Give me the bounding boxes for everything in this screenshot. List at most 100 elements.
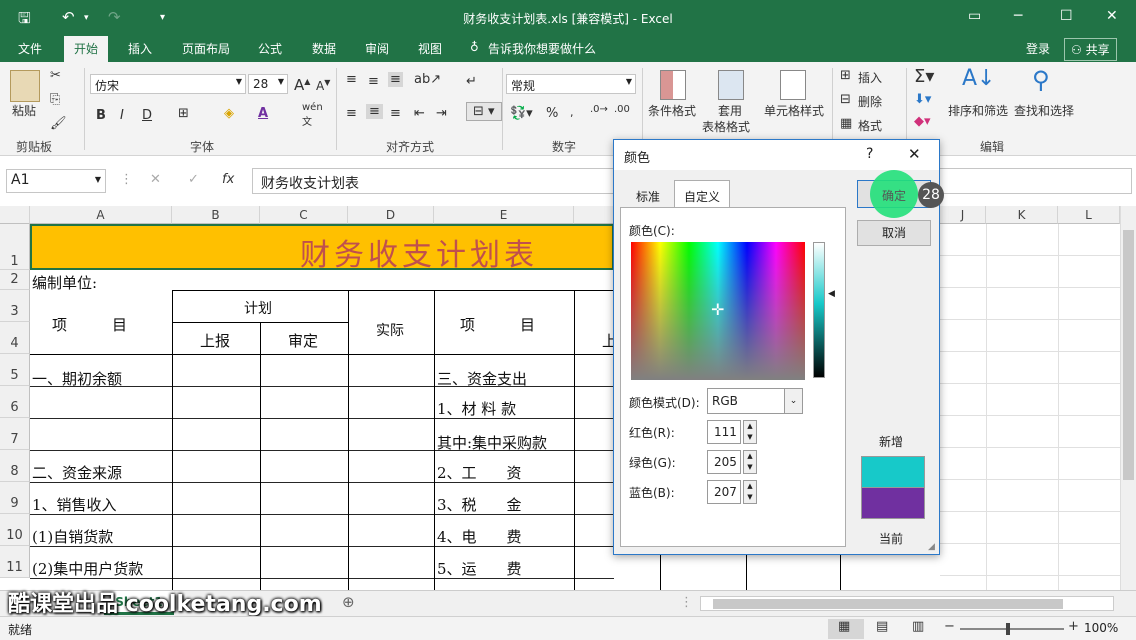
blue-spinner[interactable]: ▲ ▼ xyxy=(743,480,757,504)
comma-style-icon[interactable]: , xyxy=(570,106,574,119)
font-color-icon[interactable]: A xyxy=(258,106,268,121)
insert-cells-button[interactable]: 插入 xyxy=(858,69,882,86)
borders-icon[interactable]: ⊞ xyxy=(178,106,189,121)
page-break-view-icon[interactable]: ▥ xyxy=(912,619,924,634)
tab-data[interactable]: 数据 xyxy=(312,40,336,57)
row-header[interactable]: 11 xyxy=(0,546,30,578)
login-link[interactable]: 登录 xyxy=(1026,40,1050,57)
autosum-icon[interactable]: Σ▾ xyxy=(914,66,934,87)
ribbon-display-icon[interactable]: ▭ xyxy=(968,8,981,24)
conditional-format-button[interactable]: 条件格式 xyxy=(648,102,696,119)
zoom-in-icon[interactable]: + xyxy=(1068,619,1079,634)
resize-grip-icon[interactable]: ◢ xyxy=(928,542,935,552)
cut-icon[interactable]: ✂ xyxy=(50,68,61,83)
cancel-edit-icon[interactable]: ✕ xyxy=(150,172,161,187)
luminance-slider[interactable] xyxy=(813,242,825,378)
help-icon[interactable]: ? xyxy=(866,146,873,162)
increase-indent-icon[interactable]: ⇥ xyxy=(436,106,447,121)
align-top-icon[interactable]: ≡ xyxy=(346,72,357,87)
percent-icon[interactable]: % xyxy=(546,106,558,121)
tell-me-box[interactable]: 告诉我你想要做什么 xyxy=(488,40,596,57)
row-header[interactable]: 8 xyxy=(0,450,30,482)
row-header[interactable]: 10 xyxy=(0,514,30,546)
confirm-edit-icon[interactable]: ✓ xyxy=(188,172,199,187)
row-header[interactable]: 3 xyxy=(0,290,30,322)
phonetic-icon[interactable]: wén 文 xyxy=(302,102,323,128)
underline-icon[interactable]: D xyxy=(142,108,152,123)
format-cells-icon[interactable]: ▦ xyxy=(840,116,852,131)
column-header-d[interactable]: D xyxy=(348,206,434,224)
tab-page-layout[interactable]: 页面布局 xyxy=(182,40,230,57)
paste-button[interactable]: 粘贴 xyxy=(12,102,36,119)
bold-icon[interactable]: B xyxy=(96,108,106,123)
row-header[interactable]: 5 xyxy=(0,354,30,386)
cancel-button[interactable]: 取消 xyxy=(857,220,931,246)
format-as-table-button[interactable]: 套用 xyxy=(718,102,742,119)
worksheet-grid[interactable]: A B C D E J K L 1 2 3 4 5 6 7 8 9 10 11 … xyxy=(0,206,1136,590)
insert-cells-icon[interactable]: ⊞ xyxy=(840,68,851,83)
format-cells-button[interactable]: 格式 xyxy=(858,117,882,134)
copy-icon[interactable]: ⎘ xyxy=(50,92,60,107)
zoom-slider[interactable] xyxy=(960,628,1064,630)
row-header[interactable]: 6 xyxy=(0,386,30,418)
align-middle-icon[interactable]: ≡ xyxy=(368,74,379,89)
color-spectrum[interactable]: ✛ xyxy=(631,242,805,380)
row-header[interactable]: 7 xyxy=(0,418,30,450)
find-select-button[interactable]: 查找和选择 xyxy=(1014,102,1074,119)
close-icon[interactable]: ✕ xyxy=(908,145,921,163)
column-header-c[interactable]: C xyxy=(260,206,348,224)
font-size-select[interactable]: 28 ▼ xyxy=(248,74,288,94)
tab-custom[interactable]: 自定义 xyxy=(674,180,730,208)
align-center-icon[interactable]: ≡ xyxy=(366,104,383,119)
select-all-corner[interactable] xyxy=(0,206,30,224)
decrease-indent-icon[interactable]: ⇤ xyxy=(414,106,425,121)
row-header[interactable]: 4 xyxy=(0,322,30,354)
page-layout-view-icon[interactable]: ▤ xyxy=(876,619,888,634)
italic-icon[interactable]: I xyxy=(120,108,124,123)
zoom-out-icon[interactable]: − xyxy=(944,619,955,634)
sort-filter-icon[interactable]: A↓ xyxy=(962,66,995,91)
blue-field[interactable]: 207 xyxy=(707,480,741,504)
sort-filter-button[interactable]: 排序和筛选 xyxy=(948,102,1008,119)
paste-icon[interactable] xyxy=(10,70,40,102)
color-model-select[interactable]: RGB ⌄ xyxy=(707,388,803,414)
align-bottom-icon[interactable]: ≡ xyxy=(388,72,403,87)
column-header-e[interactable]: E xyxy=(434,206,574,224)
add-sheet-icon[interactable]: ⊕ xyxy=(342,593,355,611)
green-spinner[interactable]: ▲ ▼ xyxy=(743,450,757,474)
column-header-b[interactable]: B xyxy=(172,206,260,224)
conditional-format-icon[interactable] xyxy=(660,70,686,100)
horizontal-scrollbar[interactable] xyxy=(700,596,1114,611)
red-spinner[interactable]: ▲ ▼ xyxy=(743,420,757,444)
row-header[interactable]: 1 xyxy=(0,224,30,270)
tab-formulas[interactable]: 公式 xyxy=(258,40,282,57)
delete-cells-icon[interactable]: ⊟ xyxy=(840,92,851,107)
merge-center-icon[interactable]: ⊟ ▾ xyxy=(466,102,502,121)
tab-standard[interactable]: 标准 xyxy=(636,188,660,205)
font-name-select[interactable]: 仿宋 ▼ xyxy=(90,74,246,94)
number-format-select[interactable]: 常规 ▼ xyxy=(506,74,636,94)
share-button[interactable]: ⚇ 共享 xyxy=(1064,38,1117,61)
format-as-table-icon[interactable] xyxy=(718,70,744,100)
column-header-f[interactable] xyxy=(574,206,614,224)
minimize-icon[interactable]: ─ xyxy=(1014,8,1022,24)
vertical-scrollbar[interactable] xyxy=(1120,206,1136,590)
row-header[interactable]: 2 xyxy=(0,270,30,290)
column-header-l[interactable]: L xyxy=(1058,206,1120,224)
tab-insert[interactable]: 插入 xyxy=(128,40,152,57)
luminance-arrow-icon[interactable]: ◀ xyxy=(828,289,835,299)
delete-cells-button[interactable]: 删除 xyxy=(858,93,882,110)
close-icon[interactable]: ✕ xyxy=(1106,8,1118,24)
orientation-icon[interactable]: ab↗ xyxy=(414,72,441,87)
maximize-icon[interactable]: ☐ xyxy=(1060,8,1073,24)
column-header-j[interactable]: J xyxy=(940,206,986,224)
scroll-thumb[interactable] xyxy=(1123,230,1134,480)
find-select-icon[interactable]: ⚲ xyxy=(1032,66,1050,94)
grow-font-icon[interactable]: A▲ xyxy=(294,76,310,94)
accounting-format-icon[interactable]: 💱▾ xyxy=(510,106,533,121)
align-left-icon[interactable]: ≡ xyxy=(346,106,357,121)
scroll-thumb[interactable] xyxy=(713,599,1063,609)
tab-view[interactable]: 视图 xyxy=(418,40,442,57)
column-header-a[interactable]: A xyxy=(30,206,172,224)
cell-styles-button[interactable]: 单元格样式 xyxy=(764,102,824,119)
